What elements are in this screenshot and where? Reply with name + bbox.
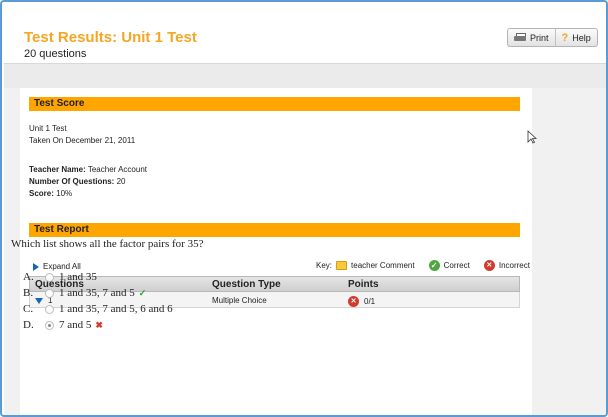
print-label: Print xyxy=(530,32,549,43)
help-label: Help xyxy=(572,32,591,43)
row-points: 0/1 xyxy=(364,297,376,306)
results-panel: Test Score Unit 1 Test Taken On December… xyxy=(20,88,532,415)
incorrect-x-icon: ✕ xyxy=(483,260,495,271)
incorrect-x-icon: ✕ xyxy=(348,296,359,307)
correct-check-icon: ✓ xyxy=(428,260,440,271)
radio-button xyxy=(45,288,54,298)
page-subtitle: 20 questions xyxy=(24,48,87,60)
legend-key: Key: teacher Comment ✓ Correct ✕ Incorre… xyxy=(316,260,530,271)
option-letter: B. xyxy=(23,287,34,299)
row-question-type: Multiple Choice xyxy=(212,296,267,305)
score-line: Score: 10% xyxy=(29,189,72,198)
page-title: Test Results: Unit 1 Test xyxy=(24,29,197,46)
answer-option-a: A. 1 and 35 xyxy=(23,271,97,283)
key-correct-label: Correct xyxy=(443,261,470,270)
test-score-header: Test Score xyxy=(29,97,520,111)
row-points-cell: ✕ 0/1 xyxy=(348,296,375,307)
score-value: 10% xyxy=(56,189,73,198)
key-label: Key: xyxy=(316,261,333,270)
key-incorrect-label: Incorrect xyxy=(498,261,530,270)
toolbar: Print ? Help xyxy=(507,28,598,47)
number-of-questions-label: Number Of Questions: xyxy=(29,177,115,186)
taken-on-date: Taken On December 21, 2011 xyxy=(29,136,136,145)
radio-button xyxy=(45,272,54,282)
expand-triangle-icon xyxy=(33,262,39,271)
mouse-cursor-icon xyxy=(527,130,537,144)
expand-all-link[interactable]: Expand All xyxy=(33,262,81,271)
radio-button xyxy=(45,304,54,314)
option-text: 1 and 35, 7 and 5, 6 and 6 xyxy=(59,303,173,315)
comment-note-icon xyxy=(336,261,348,270)
number-of-questions-line: Number Of Questions: 20 xyxy=(29,177,125,186)
content-area: Test Score Unit 1 Test Taken On December… xyxy=(4,88,606,415)
option-letter: A. xyxy=(23,271,34,283)
header-divider-band xyxy=(4,64,606,88)
column-points: Points xyxy=(348,279,379,290)
answer-option-c: C. 1 and 35, 7 and 5, 6 and 6 xyxy=(23,303,173,315)
answer-option-b: B. 1 and 35, 7 and 5 ✓ xyxy=(23,287,146,299)
teacher-name-label: Teacher Name: xyxy=(29,165,86,174)
window-frame: Test Results: Unit 1 Test 20 questions P… xyxy=(0,0,608,417)
answer-option-d: D. 7 and 5 ✖ xyxy=(23,319,103,331)
column-question-type: Question Type xyxy=(212,279,281,290)
option-text: 1 and 35 xyxy=(59,271,97,283)
expand-all-label: Expand All xyxy=(43,262,81,271)
printer-icon xyxy=(514,33,526,42)
correct-check-icon: ✓ xyxy=(138,287,147,298)
help-button[interactable]: ? Help xyxy=(554,29,597,46)
incorrect-x-icon: ✖ xyxy=(95,319,103,330)
teacher-name-line: Teacher Name: Teacher Account xyxy=(29,165,147,174)
test-name: Unit 1 Test xyxy=(29,124,67,133)
page-header: Test Results: Unit 1 Test 20 questions P… xyxy=(4,4,606,64)
number-of-questions-value: 20 xyxy=(116,177,126,186)
key-comment-label: teacher Comment xyxy=(351,261,415,270)
option-text: 7 and 5 xyxy=(59,319,92,331)
radio-button-selected xyxy=(45,320,54,330)
question-mark-icon: ? xyxy=(561,31,569,44)
question-text: Which list shows all the factor pairs fo… xyxy=(11,238,204,250)
option-text: 1 and 35, 7 and 5 xyxy=(59,287,135,299)
score-label: Score: xyxy=(29,189,54,198)
option-letter: D. xyxy=(23,319,34,331)
test-report-header: Test Report xyxy=(29,223,520,237)
print-button[interactable]: Print xyxy=(508,29,555,46)
option-letter: C. xyxy=(23,303,34,315)
teacher-name-value: Teacher Account xyxy=(87,165,147,174)
